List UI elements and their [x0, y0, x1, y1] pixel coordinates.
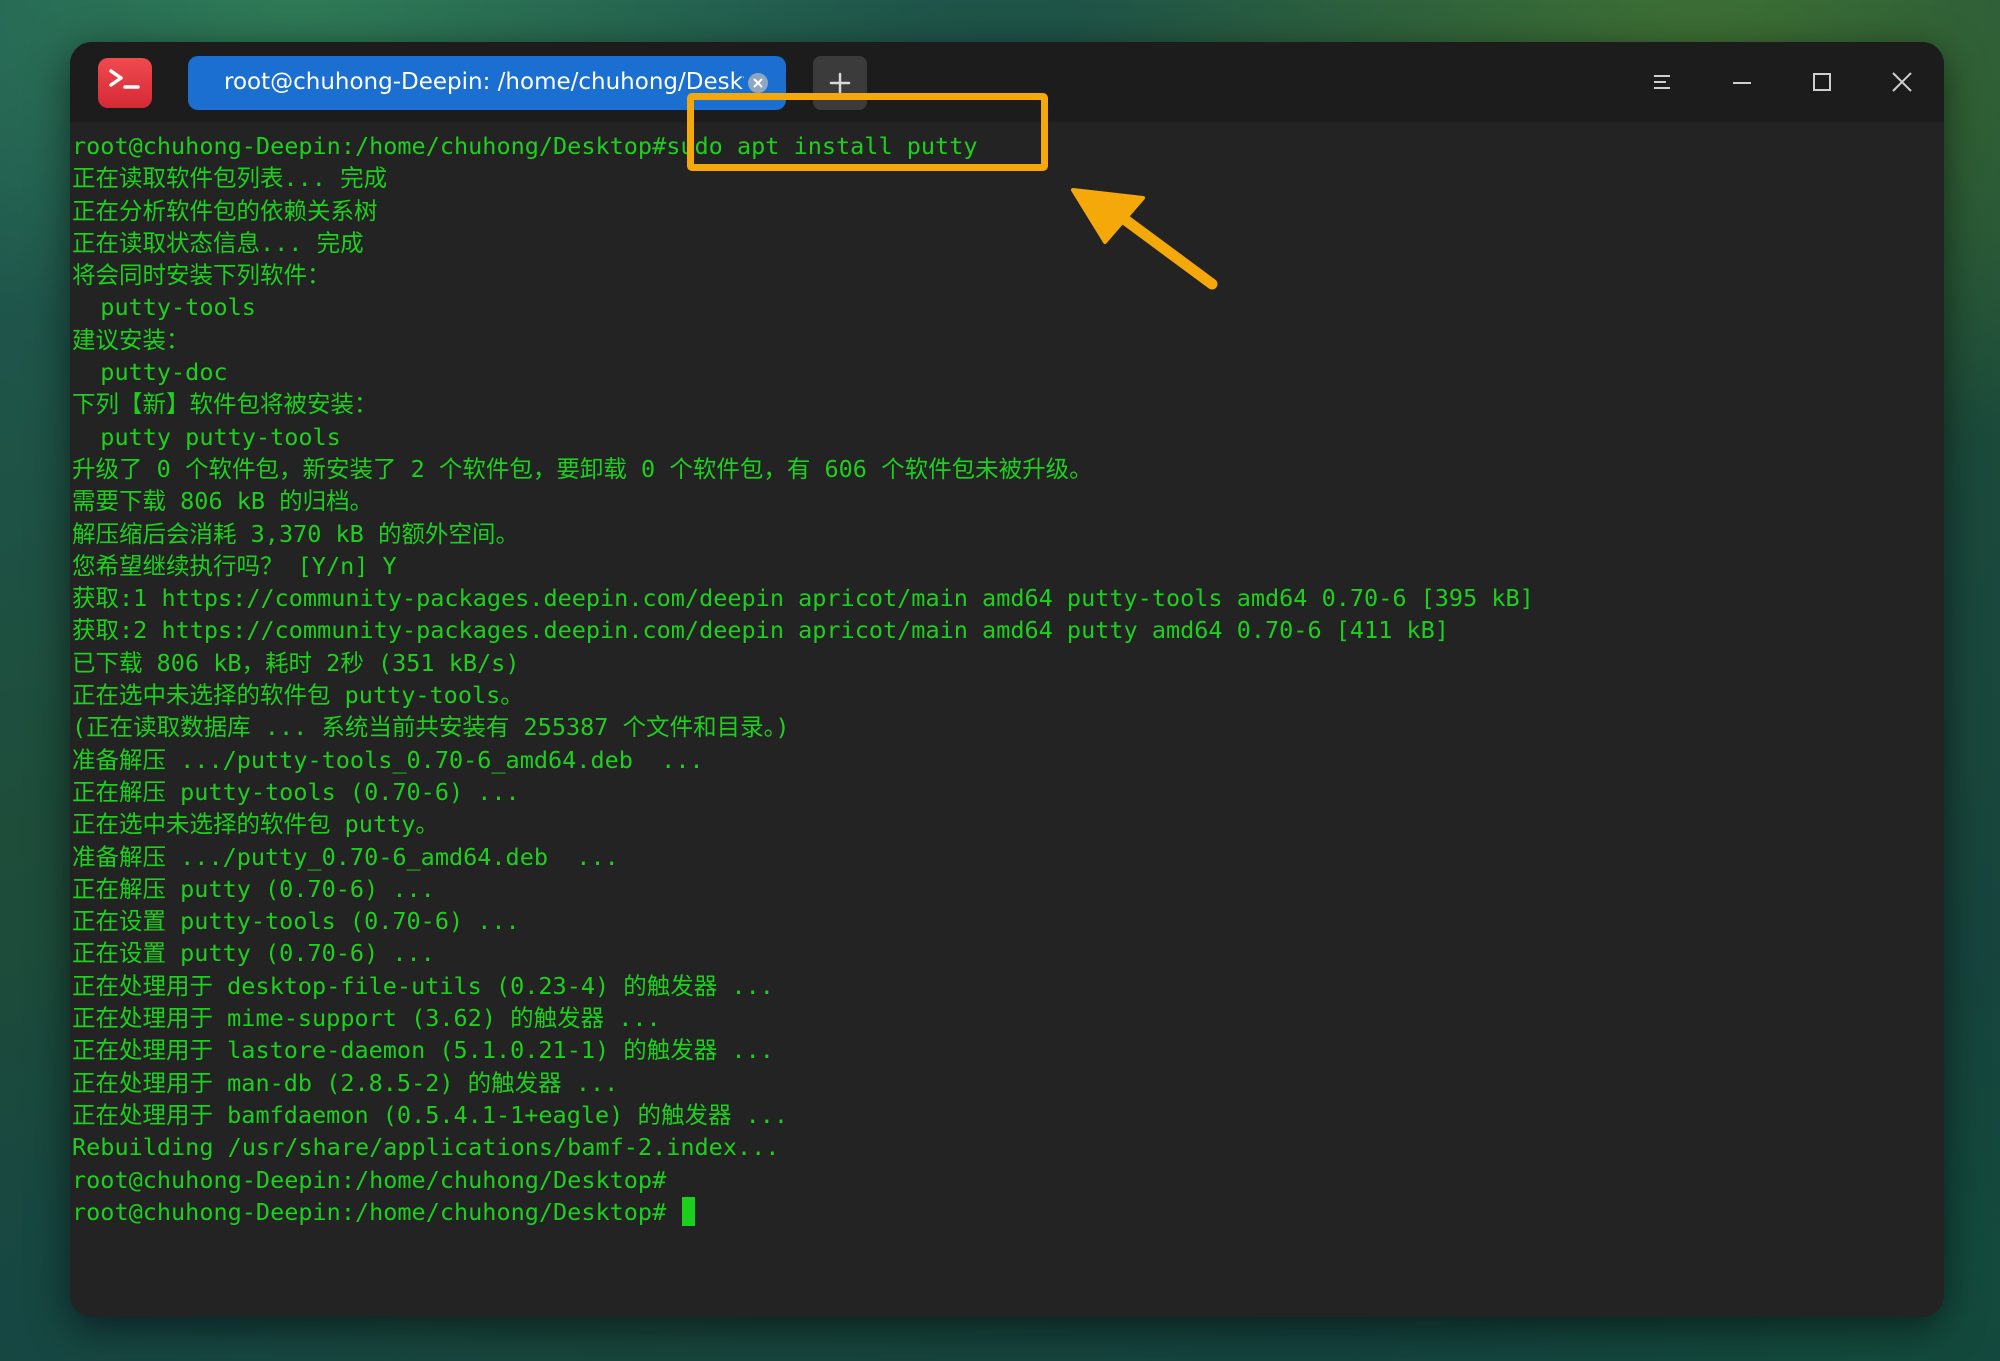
output-line: putty-doc [72, 358, 228, 387]
tab-terminal[interactable]: root@chuhong-Deepin: /home/chuhong/Deskt… [188, 56, 786, 110]
output-line: 正在处理用于 mime-support (3.62) 的触发器 ... [72, 1004, 661, 1033]
terminal-lines: root@chuhong-Deepin:/home/chuhong/Deskto… [72, 130, 1934, 1228]
output-line: 获取:1 https://community-packages.deepin.c… [72, 584, 1534, 613]
close-tab-icon[interactable] [748, 73, 768, 93]
output-line: 正在读取状态信息... 完成 [72, 228, 364, 257]
command-line: root@chuhong-Deepin:/home/chuhong/Deskto… [72, 130, 1934, 162]
menu-button[interactable] [1644, 64, 1680, 100]
prompt: root@chuhong-Deepin:/home/chuhong/Deskto… [72, 132, 667, 160]
maximize-button[interactable] [1804, 64, 1840, 100]
output-line: 正在选中未选择的软件包 putty。 [72, 810, 439, 839]
menu-icon [1654, 75, 1670, 89]
terminal-app-icon[interactable] [98, 58, 152, 108]
close-button[interactable] [1884, 64, 1920, 100]
command-text: sudo apt install putty [666, 132, 978, 160]
output-line: 正在选中未选择的软件包 putty-tools。 [72, 681, 524, 710]
prompt: root@chuhong-Deepin:/home/chuhong/Deskto… [72, 1197, 681, 1226]
plus-icon [829, 72, 851, 94]
output-line: 解压缩后会消耗 3,370 kB 的额外空间。 [72, 519, 519, 548]
output-line: 建议安装： [72, 325, 190, 354]
close-icon [1892, 72, 1912, 92]
minimize-icon [1733, 82, 1751, 84]
output-line: Rebuilding /usr/share/applications/bamf-… [72, 1133, 780, 1162]
output-line: 准备解压 .../putty-tools_0.70-6_amd64.deb ..… [72, 745, 704, 774]
output-line: 正在设置 putty (0.70-6) ... [72, 939, 435, 968]
maximize-icon [1813, 73, 1831, 91]
prompt-line: root@chuhong-Deepin:/home/chuhong/Deskto… [72, 1165, 667, 1194]
output-line: putty-tools [72, 293, 256, 322]
new-tab-button[interactable] [813, 56, 867, 110]
output-line: 正在处理用于 man-db (2.8.5-2) 的触发器 ... [72, 1068, 619, 1097]
text-cursor [682, 1196, 696, 1226]
terminal-output[interactable]: root@chuhong-Deepin:/home/chuhong/Deskto… [70, 122, 1944, 1317]
output-line: 正在分析软件包的依赖关系树 [72, 196, 378, 225]
output-line: 将会同时安装下列软件： [72, 261, 331, 290]
output-line: 下列【新】软件包将被安装： [72, 390, 378, 419]
active-prompt-line[interactable]: root@chuhong-Deepin:/home/chuhong/Deskto… [72, 1196, 1934, 1228]
tab-title: root@chuhong-Deepin: /home/chuhong/Deskt… [224, 69, 744, 95]
output-line: 正在读取软件包列表... 完成 [72, 164, 388, 193]
output-line: 升级了 0 个软件包，新安装了 2 个软件包，要卸载 0 个软件包，有 606 … [72, 454, 1093, 483]
title-bar: root@chuhong-Deepin: /home/chuhong/Deskt… [70, 42, 1944, 122]
output-line: 准备解压 .../putty_0.70-6_amd64.deb ... [72, 842, 619, 871]
minimize-button[interactable] [1724, 64, 1760, 100]
output-line: 需要下载 806 kB 的归档。 [72, 487, 374, 516]
output-line: 您希望继续执行吗？ [Y/n] Y [72, 551, 397, 580]
output-line: 获取:2 https://community-packages.deepin.c… [72, 616, 1449, 645]
output-line: 正在解压 putty (0.70-6) ... [72, 874, 435, 903]
output-line: 正在设置 putty-tools (0.70-6) ... [72, 907, 520, 936]
terminal-window: root@chuhong-Deepin: /home/chuhong/Deskt… [70, 42, 1944, 1317]
output-line: 正在处理用于 lastore-daemon (5.1.0.21-1) 的触发器 … [72, 1036, 774, 1065]
output-line: putty putty-tools [72, 422, 341, 451]
output-line: 正在解压 putty-tools (0.70-6) ... [72, 777, 520, 806]
output-line: 正在处理用于 bamfdaemon (0.5.4.1-1+eagle) 的触发器… [72, 1100, 789, 1129]
output-line: (正在读取数据库 ... 系统当前共安装有 255387 个文件和目录。) [72, 713, 790, 742]
output-line: 已下载 806 kB，耗时 2秒 (351 kB/s) [72, 648, 520, 677]
output-line: 正在处理用于 desktop-file-utils (0.23-4) 的触发器 … [72, 971, 774, 1000]
